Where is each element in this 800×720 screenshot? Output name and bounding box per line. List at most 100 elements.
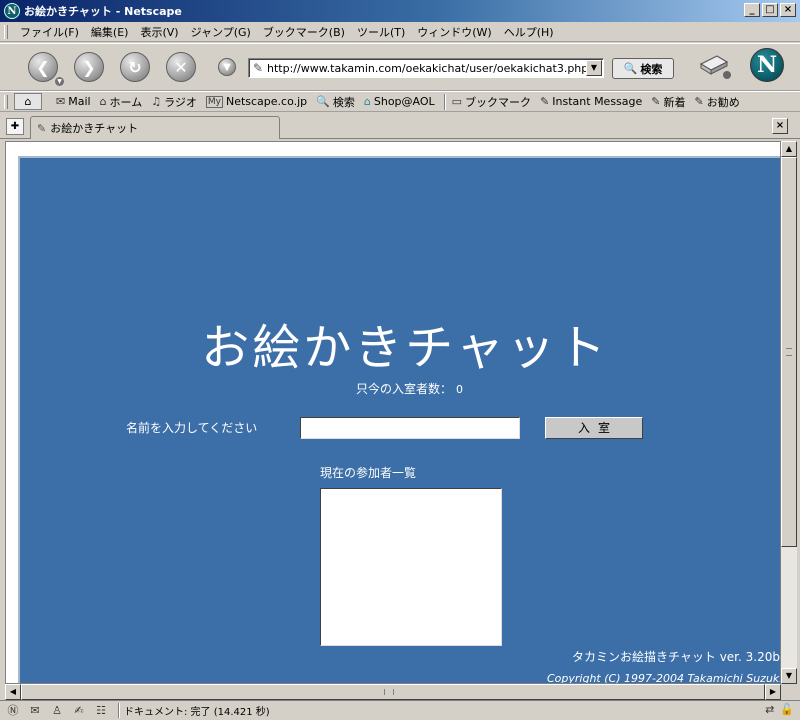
my-netscape-icon: My: [205, 95, 223, 108]
bookmark-mail[interactable]: ✉ Mail: [56, 95, 91, 108]
page-link-icon: ✎: [37, 121, 47, 135]
mail-icon[interactable]: ✉: [26, 703, 44, 719]
browser-viewport: お絵かきチャット 只今の入室者数： 0 名前を入力してください 入室 現在の参加者…: [5, 141, 781, 684]
address-input[interactable]: http://www.takamin.com/oekakichat/user/o…: [267, 62, 586, 75]
bookmark-new[interactable]: ✎ 新着: [651, 94, 685, 110]
minimize-button[interactable]: _: [744, 3, 760, 17]
menu-view[interactable]: 表示(V): [134, 24, 184, 40]
bookmark-radio[interactable]: ♫ ラジオ: [151, 94, 197, 110]
bookmark-recommend[interactable]: ✎ お勧め: [695, 94, 740, 110]
mail-status-icon[interactable]: [697, 50, 731, 80]
tab-oekaki-chat[interactable]: ✎ お絵かきチャット: [30, 116, 280, 139]
close-window-button[interactable]: ×: [780, 3, 796, 17]
menu-bookmarks[interactable]: ブックマーク(B): [257, 24, 351, 40]
participants-list[interactable]: [320, 488, 502, 646]
netscape-status-icon[interactable]: Ⓝ: [4, 703, 22, 719]
bookmark-shop[interactable]: ⌂ Shop@AOL: [364, 95, 435, 108]
enter-room-button[interactable]: 入室: [545, 417, 643, 439]
magnifier-icon: 🔍: [623, 62, 638, 75]
back-history-dropdown-icon[interactable]: ▼: [55, 77, 64, 86]
radio-icon: ♫: [151, 95, 162, 108]
forward-button[interactable]: ❯: [74, 52, 104, 82]
netscape-app-icon: N: [4, 3, 20, 19]
window-title: お絵かきチャット - Netscape: [24, 5, 182, 18]
mail-icon: ✉: [56, 95, 66, 108]
window-title-bar[interactable]: N お絵かきチャット - Netscape _ □ ×: [0, 0, 800, 22]
menu-edit[interactable]: 編集(E): [85, 24, 135, 40]
address-book-icon[interactable]: ☷: [92, 703, 110, 719]
search-button[interactable]: 🔍 検索: [612, 58, 674, 79]
bookmark-label: Netscape.co.jp: [225, 95, 308, 108]
address-dropdown-button[interactable]: ▼: [586, 60, 602, 76]
personal-toolbar-grip[interactable]: [4, 94, 8, 109]
personal-toolbar: ⌂ ✉ Mail ⌂ ホーム ♫ ラジオ My Netscape.co.jp 🔍 検索 ⌂…: [0, 91, 800, 112]
scroll-down-button[interactable]: ▼: [781, 668, 797, 684]
participants-label: 現在の参加者一覧: [320, 466, 417, 480]
bookmark-label: Instant Message: [552, 95, 643, 108]
toolbar-separator: [443, 93, 446, 110]
bookmark-home[interactable]: ⌂ ホーム: [100, 94, 143, 110]
vertical-scrollbar[interactable]: ▲ ▼: [781, 141, 797, 684]
reload-button[interactable]: ↻: [120, 52, 150, 82]
menu-grip[interactable]: [4, 24, 8, 39]
maximize-button[interactable]: □: [762, 3, 778, 17]
home-tab-icon: ⌂: [24, 95, 32, 108]
occupancy-label: 只今の入室者数：: [356, 382, 453, 396]
name-label: 名前を入力してください: [126, 421, 258, 435]
status-separator: [118, 703, 120, 718]
bookmark-label: ホーム: [109, 95, 143, 109]
bookmark-folder-icon: ▭: [451, 95, 463, 108]
back-arrow-icon: ❮: [36, 57, 50, 77]
version-credit: タカミンお絵描きチャット ver. 3.20b43: [572, 650, 781, 664]
home-icon: ⌂: [99, 95, 107, 108]
occupancy-status: 只今の入室者数： 0: [356, 380, 463, 397]
scroll-right-button[interactable]: ▶: [765, 684, 781, 700]
address-history-button[interactable]: ▼: [218, 58, 236, 76]
bookmark-instant-message[interactable]: ✎ Instant Message: [540, 95, 642, 108]
close-tab-button[interactable]: ×: [772, 118, 788, 134]
bookmark-label: 検索: [332, 95, 355, 109]
link-icon: ✎: [694, 95, 704, 108]
search-icon: 🔍: [316, 95, 330, 108]
chevron-down-icon: ▼: [223, 61, 231, 73]
bookmark-label: Shop@AOL: [373, 95, 435, 108]
status-text: ドキュメント: 完了 (14.421 秒): [124, 707, 270, 718]
bookmark-netscape[interactable]: My Netscape.co.jp: [205, 95, 308, 108]
composer-icon[interactable]: ✍: [70, 703, 88, 719]
status-bar: Ⓝ ✉ ♙ ✍ ☷ ドキュメント: 完了 (14.421 秒): [0, 700, 800, 720]
name-input[interactable]: [300, 417, 520, 439]
reload-icon: ↻: [128, 57, 142, 77]
menu-help[interactable]: ヘルプ(H): [498, 24, 560, 40]
search-button-label: 検索: [640, 62, 663, 76]
scroll-up-button[interactable]: ▲: [781, 141, 797, 157]
security-lock-icon[interactable]: 🔓: [780, 703, 794, 716]
menu-tools[interactable]: ツール(T): [351, 24, 411, 40]
menu-window[interactable]: ウィンドウ(W): [411, 24, 497, 40]
shop-icon: ⌂: [363, 95, 371, 108]
instant-messenger-icon[interactable]: ♙: [48, 703, 66, 719]
address-bar[interactable]: ✎ http://www.takamin.com/oekakichat/user…: [248, 58, 604, 78]
new-tab-button[interactable]: ✚: [6, 118, 24, 135]
bookmark-search[interactable]: 🔍 検索: [316, 94, 355, 110]
chat-lobby-page: お絵かきチャット 只今の入室者数： 0 名前を入力してください 入室 現在の参加者…: [18, 156, 781, 683]
link-icon: ✎: [651, 95, 661, 108]
back-button[interactable]: ❮: [28, 52, 58, 82]
netscape-logo[interactable]: N: [750, 48, 784, 82]
bookmark-folder[interactable]: ▭ ブックマーク: [452, 94, 531, 110]
vertical-scroll-thumb[interactable]: [781, 157, 797, 547]
bookmark-label: 新着: [663, 95, 686, 109]
bookmark-label: ラジオ: [164, 95, 197, 109]
menu-file[interactable]: ファイル(F): [14, 24, 85, 40]
new-tab-icon: ✚: [10, 121, 20, 132]
menu-go[interactable]: ジャンプ(G): [185, 24, 257, 40]
horizontal-scrollbar[interactable]: ◀ ▶: [5, 684, 781, 700]
bookmark-label: ブックマーク: [465, 95, 532, 109]
forward-arrow-icon: ❯: [82, 57, 96, 77]
stop-button[interactable]: ✕: [166, 52, 196, 82]
connection-icon[interactable]: ⇄: [765, 703, 774, 716]
home-tab-button[interactable]: ⌂: [14, 93, 42, 110]
occupancy-count: 0: [456, 383, 464, 396]
horizontal-scroll-thumb[interactable]: [21, 684, 765, 700]
scroll-left-button[interactable]: ◀: [5, 684, 21, 700]
bookmark-label: お勧め: [706, 95, 740, 109]
